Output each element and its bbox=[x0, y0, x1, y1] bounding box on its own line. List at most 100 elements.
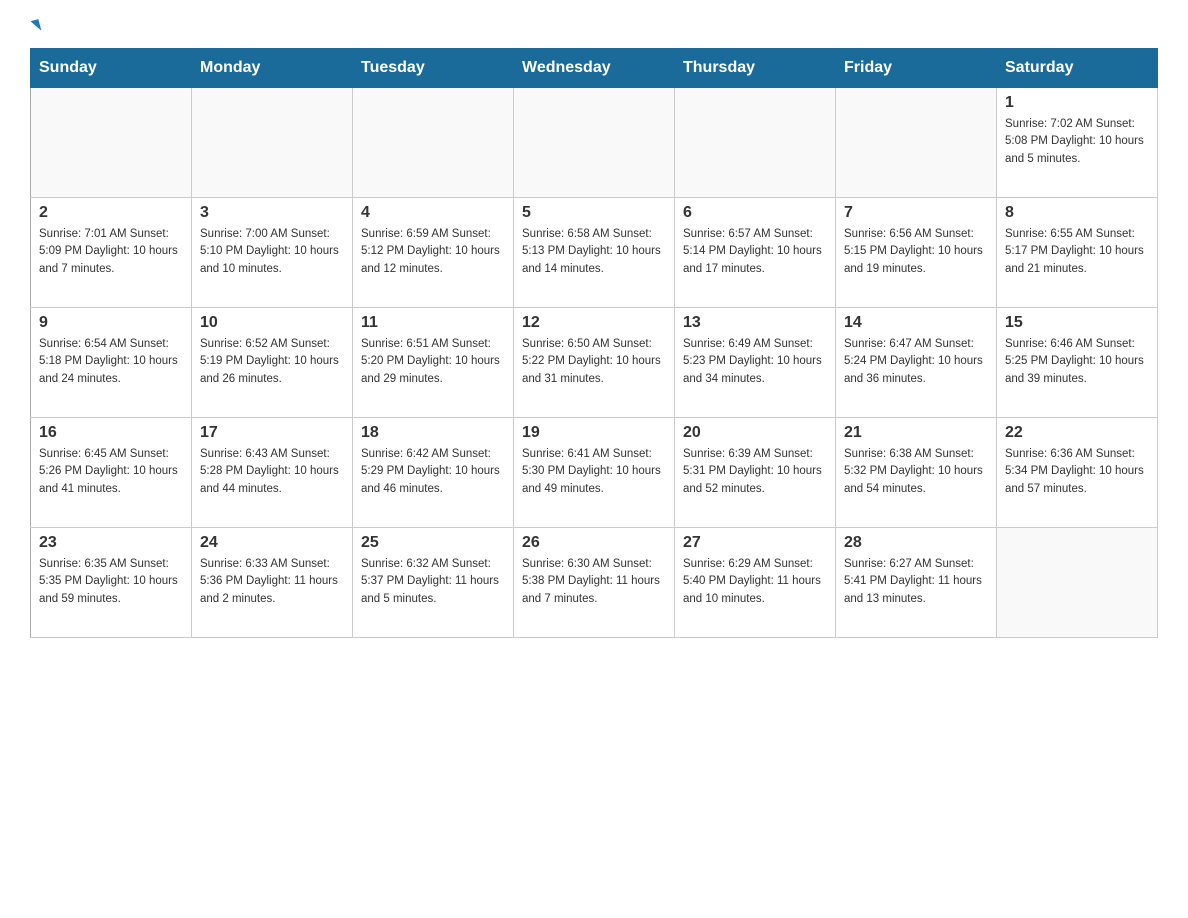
day-info: Sunrise: 6:30 AM Sunset: 5:38 PM Dayligh… bbox=[522, 556, 666, 608]
day-number: 26 bbox=[522, 534, 666, 552]
day-number: 1 bbox=[1005, 94, 1149, 112]
day-info: Sunrise: 6:32 AM Sunset: 5:37 PM Dayligh… bbox=[361, 556, 505, 608]
calendar-cell: 18 Sunrise: 6:42 AM Sunset: 5:29 PM Dayli… bbox=[353, 418, 514, 528]
day-info: Sunrise: 6:35 AM Sunset: 5:35 PM Dayligh… bbox=[39, 556, 183, 608]
day-info: Sunrise: 6:41 AM Sunset: 5:30 PM Dayligh… bbox=[522, 446, 666, 498]
day-number: 18 bbox=[361, 424, 505, 442]
day-info: Sunrise: 6:56 AM Sunset: 5:15 PM Dayligh… bbox=[844, 226, 988, 278]
day-number: 6 bbox=[683, 204, 827, 222]
day-number: 16 bbox=[39, 424, 183, 442]
week-row-2: 2 Sunrise: 7:01 AM Sunset: 5:09 PM Daylig… bbox=[31, 198, 1158, 308]
day-number: 4 bbox=[361, 204, 505, 222]
calendar-cell: 23 Sunrise: 6:35 AM Sunset: 5:35 PM Dayli… bbox=[31, 528, 192, 638]
day-number: 5 bbox=[522, 204, 666, 222]
day-info: Sunrise: 6:54 AM Sunset: 5:18 PM Dayligh… bbox=[39, 336, 183, 388]
calendar-cell bbox=[514, 88, 675, 198]
day-header-saturday: Saturday bbox=[997, 49, 1158, 88]
day-info: Sunrise: 7:00 AM Sunset: 5:10 PM Dayligh… bbox=[200, 226, 344, 278]
day-info: Sunrise: 6:39 AM Sunset: 5:31 PM Dayligh… bbox=[683, 446, 827, 498]
day-number: 3 bbox=[200, 204, 344, 222]
day-header-friday: Friday bbox=[836, 49, 997, 88]
calendar-cell: 11 Sunrise: 6:51 AM Sunset: 5:20 PM Dayli… bbox=[353, 308, 514, 418]
logo bbox=[30, 20, 40, 32]
week-row-3: 9 Sunrise: 6:54 AM Sunset: 5:18 PM Daylig… bbox=[31, 308, 1158, 418]
day-number: 20 bbox=[683, 424, 827, 442]
calendar-cell: 10 Sunrise: 6:52 AM Sunset: 5:19 PM Dayli… bbox=[192, 308, 353, 418]
day-info: Sunrise: 6:29 AM Sunset: 5:40 PM Dayligh… bbox=[683, 556, 827, 608]
day-header-tuesday: Tuesday bbox=[353, 49, 514, 88]
calendar-cell: 2 Sunrise: 7:01 AM Sunset: 5:09 PM Daylig… bbox=[31, 198, 192, 308]
logo-triangle-icon bbox=[31, 19, 42, 33]
day-info: Sunrise: 6:43 AM Sunset: 5:28 PM Dayligh… bbox=[200, 446, 344, 498]
day-info: Sunrise: 6:57 AM Sunset: 5:14 PM Dayligh… bbox=[683, 226, 827, 278]
day-info: Sunrise: 6:58 AM Sunset: 5:13 PM Dayligh… bbox=[522, 226, 666, 278]
calendar-cell: 20 Sunrise: 6:39 AM Sunset: 5:31 PM Dayli… bbox=[675, 418, 836, 528]
day-number: 23 bbox=[39, 534, 183, 552]
day-number: 7 bbox=[844, 204, 988, 222]
day-info: Sunrise: 6:52 AM Sunset: 5:19 PM Dayligh… bbox=[200, 336, 344, 388]
week-row-1: 1 Sunrise: 7:02 AM Sunset: 5:08 PM Daylig… bbox=[31, 88, 1158, 198]
calendar-cell bbox=[353, 88, 514, 198]
day-info: Sunrise: 6:55 AM Sunset: 5:17 PM Dayligh… bbox=[1005, 226, 1149, 278]
calendar-table: SundayMondayTuesdayWednesdayThursdayFrid… bbox=[30, 48, 1158, 638]
week-row-5: 23 Sunrise: 6:35 AM Sunset: 5:35 PM Dayli… bbox=[31, 528, 1158, 638]
day-info: Sunrise: 6:45 AM Sunset: 5:26 PM Dayligh… bbox=[39, 446, 183, 498]
day-header-monday: Monday bbox=[192, 49, 353, 88]
day-number: 10 bbox=[200, 314, 344, 332]
day-number: 15 bbox=[1005, 314, 1149, 332]
day-info: Sunrise: 6:38 AM Sunset: 5:32 PM Dayligh… bbox=[844, 446, 988, 498]
calendar-cell: 19 Sunrise: 6:41 AM Sunset: 5:30 PM Dayli… bbox=[514, 418, 675, 528]
calendar-cell: 1 Sunrise: 7:02 AM Sunset: 5:08 PM Daylig… bbox=[997, 88, 1158, 198]
day-number: 19 bbox=[522, 424, 666, 442]
day-info: Sunrise: 6:33 AM Sunset: 5:36 PM Dayligh… bbox=[200, 556, 344, 608]
calendar-cell: 5 Sunrise: 6:58 AM Sunset: 5:13 PM Daylig… bbox=[514, 198, 675, 308]
calendar-cell: 26 Sunrise: 6:30 AM Sunset: 5:38 PM Dayli… bbox=[514, 528, 675, 638]
calendar-cell: 17Sunrise: 6:43 AM Sunset: 5:28 PM Dayli… bbox=[192, 418, 353, 528]
day-number: 2 bbox=[39, 204, 183, 222]
day-number: 28 bbox=[844, 534, 988, 552]
day-info: Sunrise: 7:01 AM Sunset: 5:09 PM Dayligh… bbox=[39, 226, 183, 278]
calendar-cell: 16 Sunrise: 6:45 AM Sunset: 5:26 PM Dayli… bbox=[31, 418, 192, 528]
day-number: 13 bbox=[683, 314, 827, 332]
day-number: 9 bbox=[39, 314, 183, 332]
calendar-cell: 12 Sunrise: 6:50 AM Sunset: 5:22 PM Dayli… bbox=[514, 308, 675, 418]
day-info: Sunrise: 6:46 AM Sunset: 5:25 PM Dayligh… bbox=[1005, 336, 1149, 388]
day-header-sunday: Sunday bbox=[31, 49, 192, 88]
calendar-cell: 3 Sunrise: 7:00 AM Sunset: 5:10 PM Daylig… bbox=[192, 198, 353, 308]
calendar-cell bbox=[31, 88, 192, 198]
calendar-cell bbox=[836, 88, 997, 198]
page-header bbox=[30, 20, 1158, 32]
calendar-cell: 25Sunrise: 6:32 AM Sunset: 5:37 PM Dayli… bbox=[353, 528, 514, 638]
day-info: Sunrise: 6:51 AM Sunset: 5:20 PM Dayligh… bbox=[361, 336, 505, 388]
calendar-cell bbox=[997, 528, 1158, 638]
day-info: Sunrise: 6:49 AM Sunset: 5:23 PM Dayligh… bbox=[683, 336, 827, 388]
calendar-cell: 7 Sunrise: 6:56 AM Sunset: 5:15 PM Daylig… bbox=[836, 198, 997, 308]
day-number: 12 bbox=[522, 314, 666, 332]
day-number: 24 bbox=[200, 534, 344, 552]
calendar-cell: 13 Sunrise: 6:49 AM Sunset: 5:23 PM Dayli… bbox=[675, 308, 836, 418]
calendar-cell: 14 Sunrise: 6:47 AM Sunset: 5:24 PM Dayli… bbox=[836, 308, 997, 418]
calendar-cell: 27 Sunrise: 6:29 AM Sunset: 5:40 PM Dayli… bbox=[675, 528, 836, 638]
day-number: 27 bbox=[683, 534, 827, 552]
day-info: Sunrise: 6:27 AM Sunset: 5:41 PM Dayligh… bbox=[844, 556, 988, 608]
day-number: 22 bbox=[1005, 424, 1149, 442]
day-info: Sunrise: 6:42 AM Sunset: 5:29 PM Dayligh… bbox=[361, 446, 505, 498]
calendar-cell: 24 Sunrise: 6:33 AM Sunset: 5:36 PM Dayli… bbox=[192, 528, 353, 638]
day-number: 14 bbox=[844, 314, 988, 332]
day-info: Sunrise: 6:47 AM Sunset: 5:24 PM Dayligh… bbox=[844, 336, 988, 388]
day-info: Sunrise: 6:50 AM Sunset: 5:22 PM Dayligh… bbox=[522, 336, 666, 388]
calendar-cell: 9 Sunrise: 6:54 AM Sunset: 5:18 PM Daylig… bbox=[31, 308, 192, 418]
calendar-header-row: SundayMondayTuesdayWednesdayThursdayFrid… bbox=[31, 49, 1158, 88]
calendar-cell: 21Sunrise: 6:38 AM Sunset: 5:32 PM Dayli… bbox=[836, 418, 997, 528]
calendar-cell: 4Sunrise: 6:59 AM Sunset: 5:12 PM Daylig… bbox=[353, 198, 514, 308]
day-header-wednesday: Wednesday bbox=[514, 49, 675, 88]
day-number: 11 bbox=[361, 314, 505, 332]
calendar-cell: 8Sunrise: 6:55 AM Sunset: 5:17 PM Daylig… bbox=[997, 198, 1158, 308]
calendar-cell bbox=[192, 88, 353, 198]
calendar-cell: 15 Sunrise: 6:46 AM Sunset: 5:25 PM Dayli… bbox=[997, 308, 1158, 418]
week-row-4: 16 Sunrise: 6:45 AM Sunset: 5:26 PM Dayli… bbox=[31, 418, 1158, 528]
day-info: Sunrise: 7:02 AM Sunset: 5:08 PM Dayligh… bbox=[1005, 116, 1149, 168]
calendar-cell: 22 Sunrise: 6:36 AM Sunset: 5:34 PM Dayli… bbox=[997, 418, 1158, 528]
day-header-thursday: Thursday bbox=[675, 49, 836, 88]
day-info: Sunrise: 6:36 AM Sunset: 5:34 PM Dayligh… bbox=[1005, 446, 1149, 498]
